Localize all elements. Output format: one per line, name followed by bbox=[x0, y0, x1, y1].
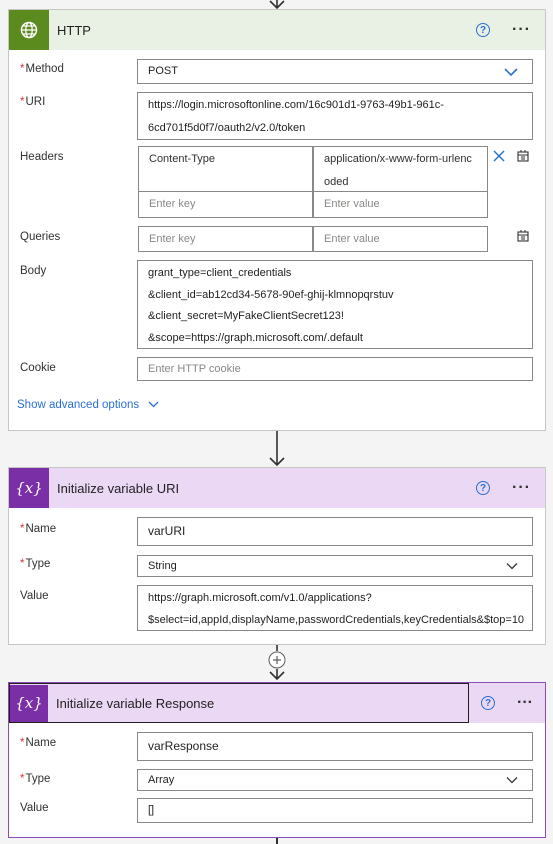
more-options-icon[interactable]: ··· bbox=[512, 479, 531, 497]
name-label: *Name bbox=[20, 523, 57, 535]
card-title: Initialize variable Response bbox=[56, 695, 215, 711]
more-options-icon[interactable]: ··· bbox=[517, 694, 533, 712]
name-label: *Name bbox=[20, 737, 57, 749]
variable-type-dropdown[interactable]: Array bbox=[137, 769, 533, 791]
card-title: Initialize variable URI bbox=[57, 480, 180, 496]
variable-type-dropdown[interactable]: String bbox=[137, 555, 533, 577]
help-icon[interactable]: ? bbox=[476, 481, 491, 495]
initialize-variable-response-card[interactable]: {x} Initialize variable Response ? ··· *… bbox=[8, 682, 546, 838]
http-action-card[interactable]: HTTP ? ··· *Method POST *URI https://log… bbox=[8, 9, 546, 431]
switch-text-mode-icon[interactable] bbox=[516, 229, 530, 243]
connector-arrow-icon bbox=[269, 431, 285, 467]
chevron-down-icon bbox=[506, 563, 518, 570]
variable-icon: {x} bbox=[10, 684, 48, 722]
new-header-value-input[interactable]: Enter value bbox=[313, 191, 488, 218]
body-label: Body bbox=[20, 265, 47, 277]
variable-value-input[interactable]: [] bbox=[137, 798, 533, 823]
delete-header-icon[interactable] bbox=[493, 150, 505, 162]
switch-text-mode-icon[interactable] bbox=[516, 149, 530, 163]
type-label: *Type bbox=[20, 558, 51, 570]
header-key-input[interactable]: Content-Type bbox=[138, 146, 313, 192]
queries-label: Queries bbox=[20, 231, 61, 243]
show-advanced-options-link[interactable]: Show advanced options bbox=[17, 399, 159, 411]
chevron-down-icon bbox=[504, 67, 518, 76]
help-icon[interactable]: ? bbox=[481, 696, 495, 710]
help-icon[interactable]: ? bbox=[476, 23, 491, 37]
method-dropdown[interactable]: POST bbox=[137, 59, 533, 84]
http-card-header[interactable]: HTTP ? ··· bbox=[9, 10, 545, 50]
new-header-key-input[interactable]: Enter key bbox=[138, 191, 313, 218]
uri-input[interactable]: https://login.microsoftonline.com/16c901… bbox=[137, 92, 533, 140]
query-value-input[interactable]: Enter value bbox=[313, 226, 488, 252]
header-value-input[interactable]: application/x-www-form-urlenc oded bbox=[313, 146, 488, 192]
chevron-down-icon bbox=[148, 402, 159, 408]
initialize-variable-uri-card[interactable]: {x} Initialize variable URI ? ··· *Name … bbox=[8, 467, 546, 645]
method-label: *Method bbox=[20, 63, 64, 75]
type-label: *Type bbox=[20, 773, 51, 785]
value-label: Value bbox=[20, 590, 49, 602]
variable-icon: {x} bbox=[9, 468, 49, 508]
uri-label: *URI bbox=[20, 96, 46, 108]
variable-name-input[interactable]: varURI bbox=[137, 517, 533, 546]
variable-name-input[interactable]: varResponse bbox=[137, 732, 533, 761]
cookie-label: Cookie bbox=[20, 362, 56, 374]
value-label: Value bbox=[20, 802, 49, 814]
body-input[interactable]: grant_type=client_credentials &client_id… bbox=[137, 260, 533, 349]
cookie-input[interactable]: Enter HTTP cookie bbox=[137, 357, 533, 381]
card-title: HTTP bbox=[57, 22, 91, 38]
connector-line-bottom bbox=[276, 838, 278, 844]
chevron-down-icon bbox=[506, 777, 518, 784]
headers-label: Headers bbox=[20, 151, 64, 163]
add-step-plus-icon[interactable] bbox=[268, 651, 286, 669]
globe-icon bbox=[9, 10, 49, 50]
var-response-card-header[interactable]: {x} Initialize variable Response bbox=[9, 683, 469, 723]
query-key-input[interactable]: Enter key bbox=[138, 226, 313, 252]
variable-value-input[interactable]: https://graph.microsoft.com/v1.0/applica… bbox=[137, 585, 533, 631]
more-options-icon[interactable]: ··· bbox=[512, 21, 531, 39]
var-uri-card-header[interactable]: {x} Initialize variable URI ? ··· bbox=[9, 468, 545, 508]
